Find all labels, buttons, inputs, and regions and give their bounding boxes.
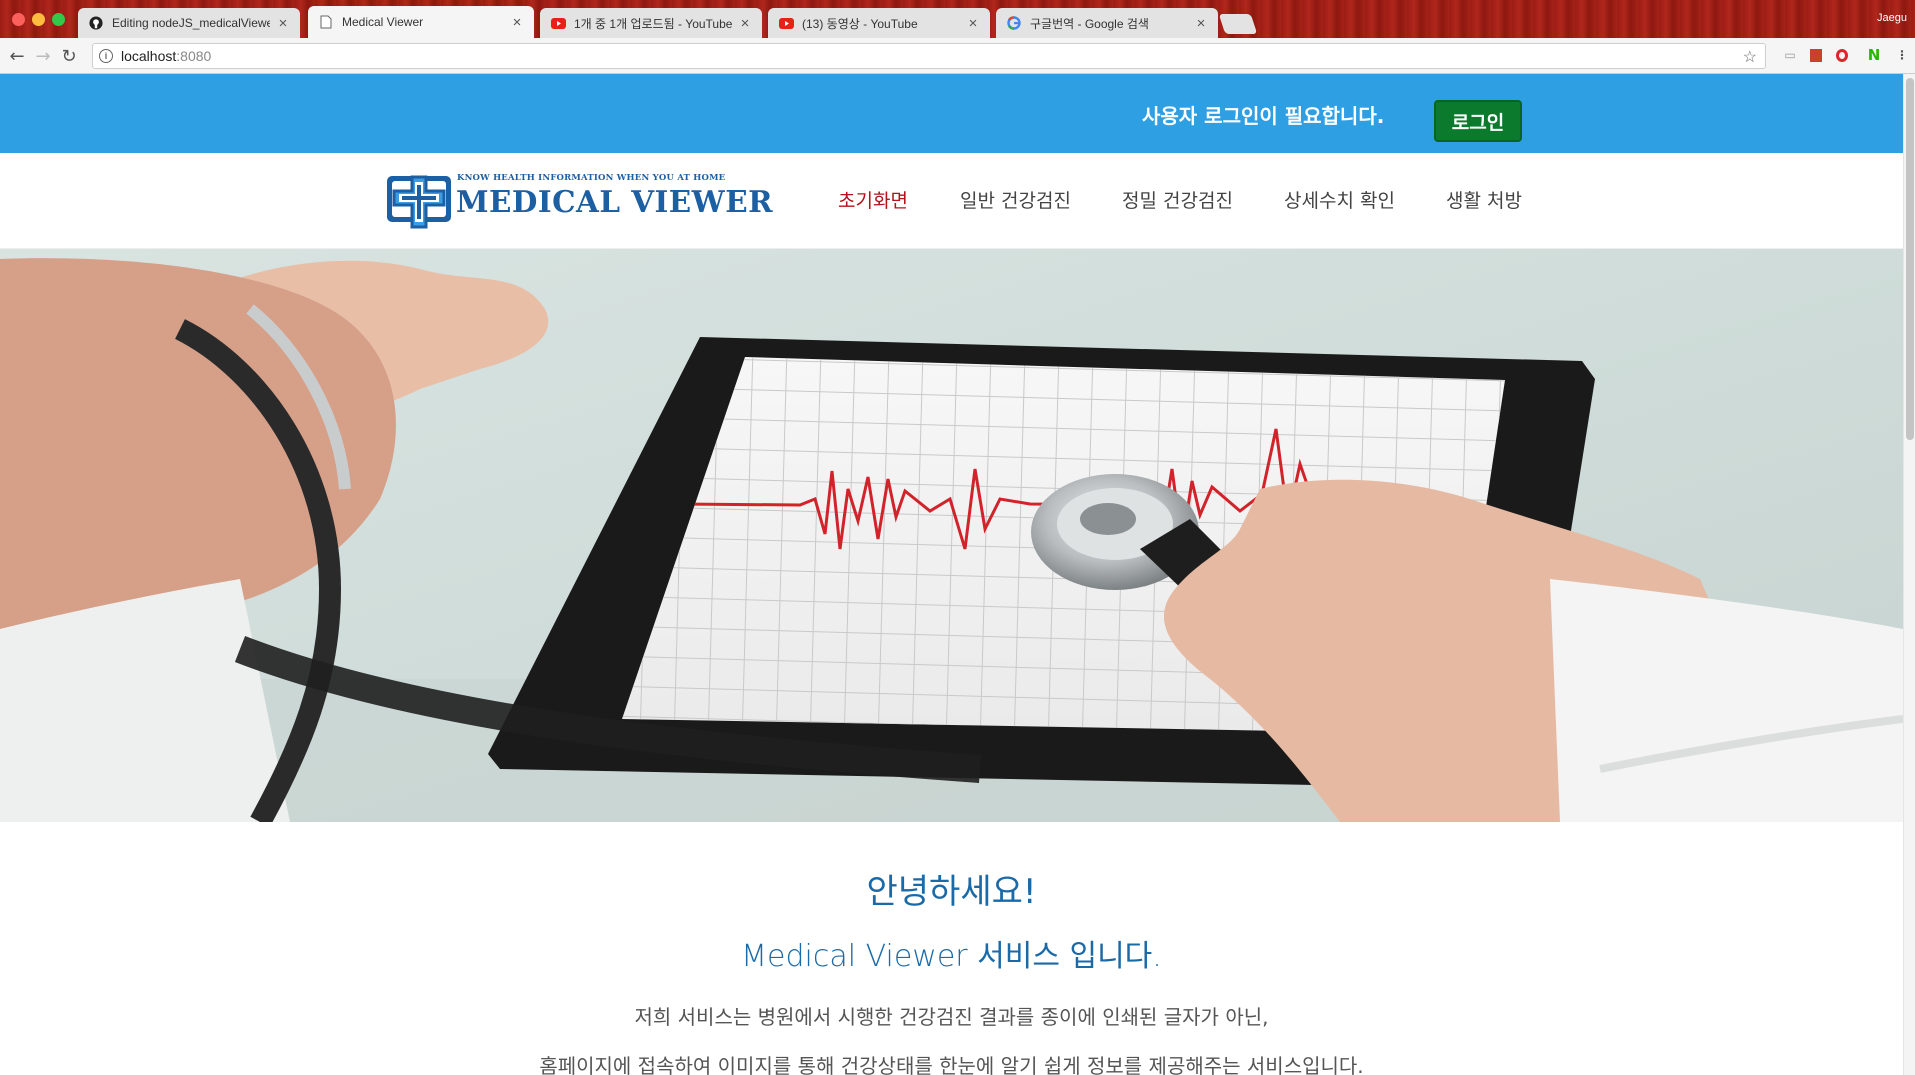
tab-close-icon[interactable]: × bbox=[510, 14, 524, 31]
opera-icon[interactable] bbox=[1834, 47, 1850, 63]
web-page: 사용자 로그인이 필요합니다. 로그인 KNOW HEALTH INFORMAT… bbox=[0, 74, 1903, 1075]
youtube-icon bbox=[550, 15, 566, 31]
bookmark-star-icon[interactable]: ☆ bbox=[1743, 47, 1757, 67]
cast-icon[interactable]: ▭ bbox=[1782, 47, 1798, 63]
browser-tab-github[interactable]: Editing nodeJS_medicalViewer × bbox=[78, 8, 300, 38]
tab-close-icon[interactable]: × bbox=[738, 15, 752, 32]
doctor-tablet-ecg-illustration bbox=[0, 249, 1903, 822]
forward-arrow-icon[interactable]: → bbox=[32, 45, 54, 67]
nav-home[interactable]: 초기화면 bbox=[838, 186, 908, 213]
tab-close-icon[interactable]: × bbox=[1194, 15, 1208, 32]
logo-tagline: KNOW HEALTH INFORMATION WHEN YOU AT HOME bbox=[457, 173, 726, 183]
main-navigation: KNOW HEALTH INFORMATION WHEN YOU AT HOME… bbox=[0, 153, 1903, 249]
browser-tab-youtube-video[interactable]: (13) 동영상 - YouTube × bbox=[768, 8, 990, 38]
menu-dots-icon[interactable]: ⋮ bbox=[1894, 47, 1910, 63]
welcome-description-line1: 저희 서비스는 병원에서 시행한 건강검진 결과를 종이에 인쇄된 글자가 아닌… bbox=[634, 1005, 1269, 1029]
page-icon bbox=[318, 14, 334, 30]
url-host: localhost bbox=[121, 48, 177, 64]
url-port: :8080 bbox=[176, 48, 212, 64]
welcome-section: 안녕하세요! Medical Viewer 서비스 입니다. 저희 서비스는 병… bbox=[0, 864, 1903, 1075]
site-info-icon[interactable]: i bbox=[99, 49, 113, 63]
tab-title: (13) 동영상 - YouTube bbox=[802, 16, 918, 31]
welcome-description-line2: 홈페이지에 접속하여 이미지를 통해 건강상태를 한눈에 알기 쉽게 정보를 제… bbox=[539, 1054, 1364, 1075]
extension-icon[interactable] bbox=[1808, 47, 1824, 63]
scrollbar-thumb[interactable] bbox=[1906, 78, 1914, 440]
address-bar[interactable]: i localhost:8080 ☆ bbox=[92, 43, 1766, 69]
tab-close-icon[interactable]: × bbox=[966, 15, 980, 32]
youtube-icon bbox=[778, 15, 794, 31]
close-window-button[interactable] bbox=[12, 13, 25, 26]
nav-detailed-values[interactable]: 상세수치 확인 bbox=[1284, 186, 1395, 213]
medical-cross-icon bbox=[387, 175, 451, 229]
login-banner: 사용자 로그인이 필요합니다. 로그인 bbox=[0, 74, 1903, 153]
browser-tab-youtube-upload[interactable]: 1개 중 1개 업로드됨 - YouTube × bbox=[540, 8, 762, 38]
new-tab-button[interactable] bbox=[1218, 14, 1258, 34]
browser-toolbar: ← → ↻ i localhost:8080 ☆ bbox=[0, 38, 1915, 74]
maximize-window-button[interactable] bbox=[52, 13, 65, 26]
nav-general-checkup[interactable]: 일반 건강검진 bbox=[960, 186, 1071, 213]
tab-title: Medical Viewer bbox=[342, 15, 424, 29]
welcome-heading: 안녕하세요! bbox=[866, 872, 1037, 912]
google-icon bbox=[1006, 15, 1022, 31]
nav-life-prescription[interactable]: 생활 처방 bbox=[1446, 186, 1522, 213]
back-arrow-icon[interactable]: ← bbox=[6, 45, 28, 67]
profile-name[interactable]: Jaegu bbox=[1877, 12, 1907, 24]
naver-icon[interactable]: N bbox=[1866, 46, 1882, 64]
tab-title: Editing nodeJS_medicalViewer bbox=[112, 16, 270, 30]
tab-close-icon[interactable]: × bbox=[276, 15, 290, 32]
page-scrollbar[interactable] bbox=[1903, 74, 1915, 1075]
browser-tab-google-search[interactable]: 구글번역 - Google 검색 × bbox=[996, 8, 1218, 38]
tab-title: 구글번역 - Google 검색 bbox=[1030, 16, 1149, 31]
tab-title: 1개 중 1개 업로드됨 - YouTube bbox=[574, 16, 732, 31]
nav-detailed-checkup[interactable]: 정밀 건강검진 bbox=[1122, 186, 1233, 213]
browser-tab-medical-viewer[interactable]: Medical Viewer × bbox=[308, 6, 534, 38]
github-icon bbox=[88, 15, 104, 31]
login-required-message: 사용자 로그인이 필요합니다. bbox=[1142, 104, 1385, 128]
welcome-subheading: Medical Viewer 서비스 입니다. bbox=[741, 939, 1162, 974]
browser-tabstrip: Editing nodeJS_medicalViewer × Medical V… bbox=[0, 0, 1915, 38]
hero-image bbox=[0, 249, 1903, 822]
logo-brand: MEDICAL VIEWER bbox=[456, 185, 774, 220]
login-button[interactable]: 로그인 bbox=[1434, 100, 1522, 142]
reload-icon[interactable]: ↻ bbox=[58, 45, 80, 67]
site-logo[interactable]: KNOW HEALTH INFORMATION WHEN YOU AT HOME… bbox=[386, 171, 773, 233]
minimize-window-button[interactable] bbox=[32, 13, 45, 26]
